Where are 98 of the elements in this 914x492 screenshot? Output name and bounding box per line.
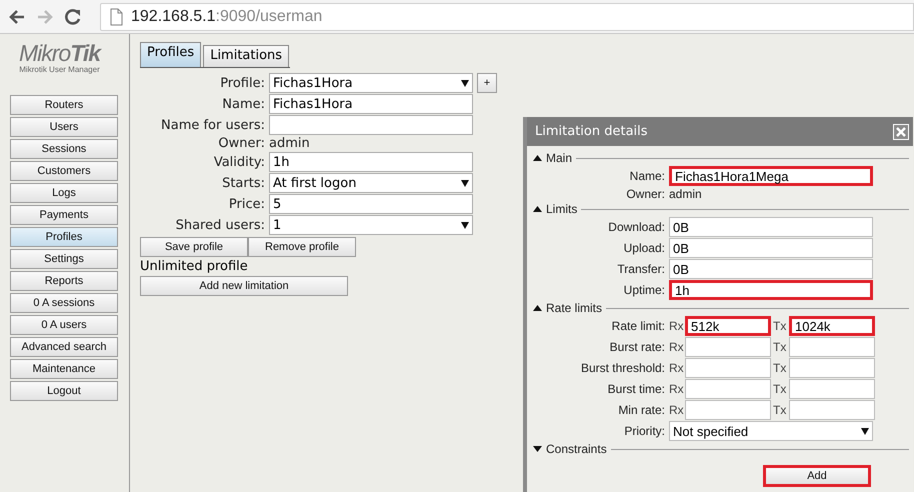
nav-button[interactable]: Customers — [10, 161, 118, 181]
field-label: Starts: — [221, 176, 265, 190]
dropdown[interactable]: Not specified — [669, 421, 873, 441]
field-label: Rate limit: — [610, 319, 665, 333]
nav-button[interactable]: Routers — [10, 95, 118, 115]
input-field[interactable]: Fichas1Hora — [269, 94, 473, 114]
field-label: Name: — [221, 96, 265, 112]
field-label: Shared users: — [174, 218, 265, 232]
add-button[interactable]: Add — [763, 465, 871, 487]
input-field[interactable] — [685, 379, 771, 399]
collapse-triangle-icon[interactable] — [533, 206, 542, 212]
reload-icon[interactable] — [64, 8, 82, 26]
input-field[interactable]: Fichas1Hora1Mega — [669, 166, 873, 186]
note-text: Unlimited profile — [140, 259, 248, 274]
tx-label: Tx — [773, 340, 788, 354]
collapse-triangle-icon[interactable] — [533, 155, 542, 161]
input-field[interactable] — [685, 358, 771, 378]
input-field[interactable] — [789, 400, 875, 420]
field-label: Owner: — [217, 136, 265, 151]
nav-button[interactable]: Users — [10, 117, 118, 137]
url-text: 192.168.5.1:9090/userman — [131, 8, 322, 26]
section-title[interactable]: Rate limits — [546, 301, 602, 315]
field-label: Transfer: — [616, 262, 665, 276]
input-field[interactable] — [789, 379, 875, 399]
field-label: Burst time: — [606, 382, 665, 396]
nav-button[interactable]: Profiles — [10, 227, 118, 247]
address-bar[interactable]: 192.168.5.1:9090/userman — [100, 2, 914, 30]
tab[interactable]: Profiles — [140, 42, 202, 67]
field-value: admin — [669, 187, 703, 201]
field-label: Burst rate: — [608, 340, 665, 354]
logo-subtitle: Mikrotik User Manager — [19, 65, 100, 74]
logo-text: MikroTik — [18, 41, 100, 65]
field-value: admin — [269, 136, 311, 151]
tab[interactable]: Limitations — [203, 45, 290, 67]
rx-label: Rx — [669, 382, 685, 396]
rx-label: Rx — [669, 403, 685, 417]
field-label: Min rate: — [617, 403, 665, 417]
input-field[interactable] — [269, 115, 473, 135]
input-field[interactable]: 5 — [269, 194, 473, 214]
forward-icon[interactable] — [36, 8, 54, 26]
tx-label: Tx — [773, 319, 788, 333]
dropdown-arrow-icon — [461, 80, 469, 86]
dialog-title: Limitation details — [535, 124, 648, 139]
rx-label: Rx — [669, 361, 685, 375]
field-label: Uptime: — [622, 283, 665, 297]
nav-button[interactable]: Logout — [10, 381, 118, 401]
tx-label: Tx — [773, 382, 788, 396]
nav-button[interactable]: Settings — [10, 249, 118, 269]
input-field[interactable] — [685, 400, 771, 420]
field-label: Price: — [228, 196, 265, 212]
form-button[interactable]: Remove profile — [248, 237, 356, 257]
close-icon[interactable] — [893, 124, 909, 140]
field-label: Owner: — [625, 187, 665, 201]
field-label: Name for users: — [160, 118, 265, 132]
dropdown-arrow-icon — [861, 428, 869, 434]
field-label: Profile: — [219, 76, 265, 90]
field-label: Validity: — [212, 154, 265, 170]
rx-label: Rx — [669, 340, 685, 354]
input-field[interactable] — [685, 337, 771, 357]
input-field[interactable]: 1024k — [789, 316, 875, 336]
add-button[interactable]: + — [477, 73, 497, 93]
nav-button[interactable]: Logs — [10, 183, 118, 203]
nav-button[interactable]: Payments — [10, 205, 118, 225]
dropdown-arrow-icon — [461, 180, 469, 186]
nav-button[interactable]: 0 A users — [10, 315, 118, 335]
input-field[interactable]: 0B — [669, 259, 873, 279]
input-field[interactable]: 0B — [669, 238, 873, 258]
input-field[interactable]: 1h — [269, 152, 473, 172]
field-label: Download: — [607, 220, 665, 234]
nav-button[interactable]: Reports — [10, 271, 118, 291]
input-field[interactable]: 512k — [685, 316, 771, 336]
nav-button[interactable]: 0 A sessions — [10, 293, 118, 313]
input-field[interactable] — [789, 337, 875, 357]
section-title[interactable]: Limits — [546, 202, 578, 216]
expand-triangle-icon[interactable] — [533, 446, 542, 452]
tx-label: Tx — [773, 361, 788, 375]
add-limitation-button[interactable]: Add new limitation — [140, 276, 348, 296]
dropdown[interactable]: Fichas1Hora — [269, 73, 473, 93]
nav-button[interactable]: Advanced search — [10, 337, 118, 357]
dropdown[interactable]: 1 — [269, 215, 473, 235]
input-field[interactable]: 0B — [669, 217, 873, 237]
input-field[interactable]: 1h — [669, 280, 873, 300]
tx-label: Tx — [773, 403, 788, 417]
rx-label: Rx — [669, 319, 685, 333]
input-field[interactable] — [789, 358, 875, 378]
back-icon[interactable] — [8, 8, 26, 26]
field-label: Burst threshold: — [580, 361, 665, 375]
section-title[interactable]: Main — [546, 151, 572, 165]
collapse-triangle-icon[interactable] — [533, 305, 542, 311]
section-title[interactable]: Constraints — [546, 442, 607, 456]
field-label: Upload: — [622, 241, 665, 255]
nav-button[interactable]: Maintenance — [10, 359, 118, 379]
field-label: Priority: — [623, 424, 665, 438]
field-label: Name: — [628, 169, 665, 183]
form-button[interactable]: Save profile — [140, 237, 248, 257]
dropdown-arrow-icon — [461, 222, 469, 228]
nav-button[interactable]: Sessions — [10, 139, 118, 159]
dropdown[interactable]: At first logon — [269, 173, 473, 193]
